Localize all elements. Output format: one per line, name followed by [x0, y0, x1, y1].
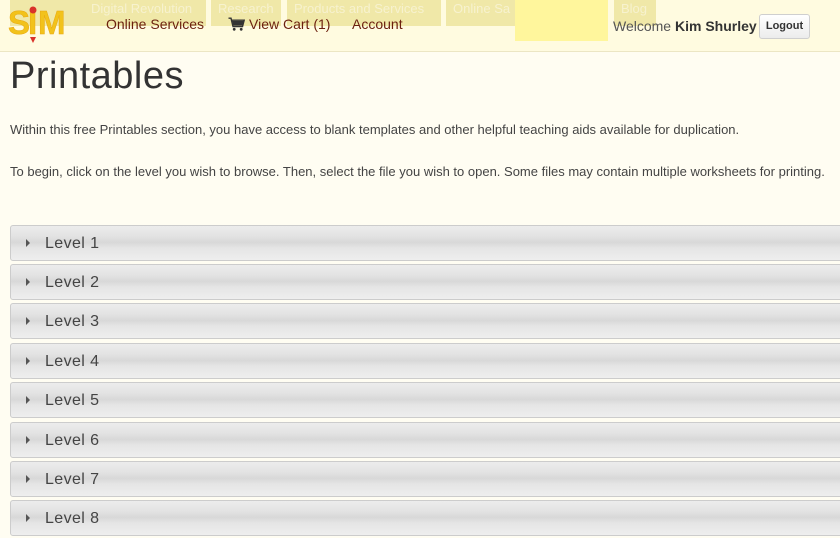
- user-name: Kim Shurley: [674, 18, 757, 34]
- level-label: Level 6: [45, 432, 100, 449]
- level-row-3[interactable]: Level 3: [10, 303, 840, 339]
- caret-right-icon: [26, 396, 30, 404]
- svg-text:M: M: [38, 4, 66, 41]
- svg-text:S: S: [8, 4, 29, 41]
- level-label: Level 8: [45, 510, 100, 527]
- top-tab-online-services[interactable]: Online Sa: [446, 0, 516, 26]
- nav-view-cart-label: View Cart (1): [249, 16, 331, 32]
- level-row-8[interactable]: Level 8: [10, 500, 840, 536]
- level-row-7[interactable]: Level 7: [10, 461, 840, 497]
- nav-account[interactable]: Account: [352, 16, 403, 32]
- level-label: Level 2: [45, 274, 100, 291]
- levels-accordion: Level 1 Level 2 Level 3 Level 4 Level 5 …: [10, 225, 840, 538]
- nav-view-cart[interactable]: View Cart (1): [228, 16, 330, 32]
- caret-right-icon: [26, 436, 30, 444]
- level-row-2[interactable]: Level 2: [10, 264, 840, 300]
- cart-icon: [228, 17, 245, 31]
- page-title: Printables: [10, 55, 184, 97]
- level-label: Level 4: [45, 353, 100, 370]
- level-label: Level 3: [45, 313, 100, 330]
- level-label: Level 1: [45, 235, 100, 252]
- header-highlight: [515, 0, 608, 41]
- caret-right-icon: [26, 239, 30, 247]
- level-row-6[interactable]: Level 6: [10, 422, 840, 458]
- caret-right-icon: [26, 475, 30, 483]
- logout-button[interactable]: Logout: [759, 14, 810, 39]
- intro-paragraph-2: To begin, click on the level you wish to…: [10, 161, 840, 182]
- level-row-4[interactable]: Level 4: [10, 343, 840, 379]
- caret-right-icon: [26, 357, 30, 365]
- caret-right-icon: [26, 278, 30, 286]
- nav-online-services[interactable]: Online Services: [106, 16, 204, 32]
- level-label: Level 7: [45, 471, 100, 488]
- caret-right-icon: [26, 317, 30, 325]
- level-label: Level 5: [45, 392, 100, 409]
- sim-logo[interactable]: S I M: [7, 2, 83, 46]
- intro-paragraph-2-text: To begin, click on the level you wish to…: [10, 164, 825, 179]
- caret-right-icon: [26, 514, 30, 522]
- welcome-prefix: Welcome: [613, 18, 672, 34]
- intro-paragraph-1: Within this free Printables section, you…: [10, 122, 740, 137]
- level-row-1[interactable]: Level 1: [10, 225, 840, 261]
- level-row-5[interactable]: Level 5: [10, 382, 840, 418]
- site-header: Digital Revolution Research Products and…: [0, 0, 840, 52]
- welcome-text: Welcome Kim Shurley: [613, 18, 757, 34]
